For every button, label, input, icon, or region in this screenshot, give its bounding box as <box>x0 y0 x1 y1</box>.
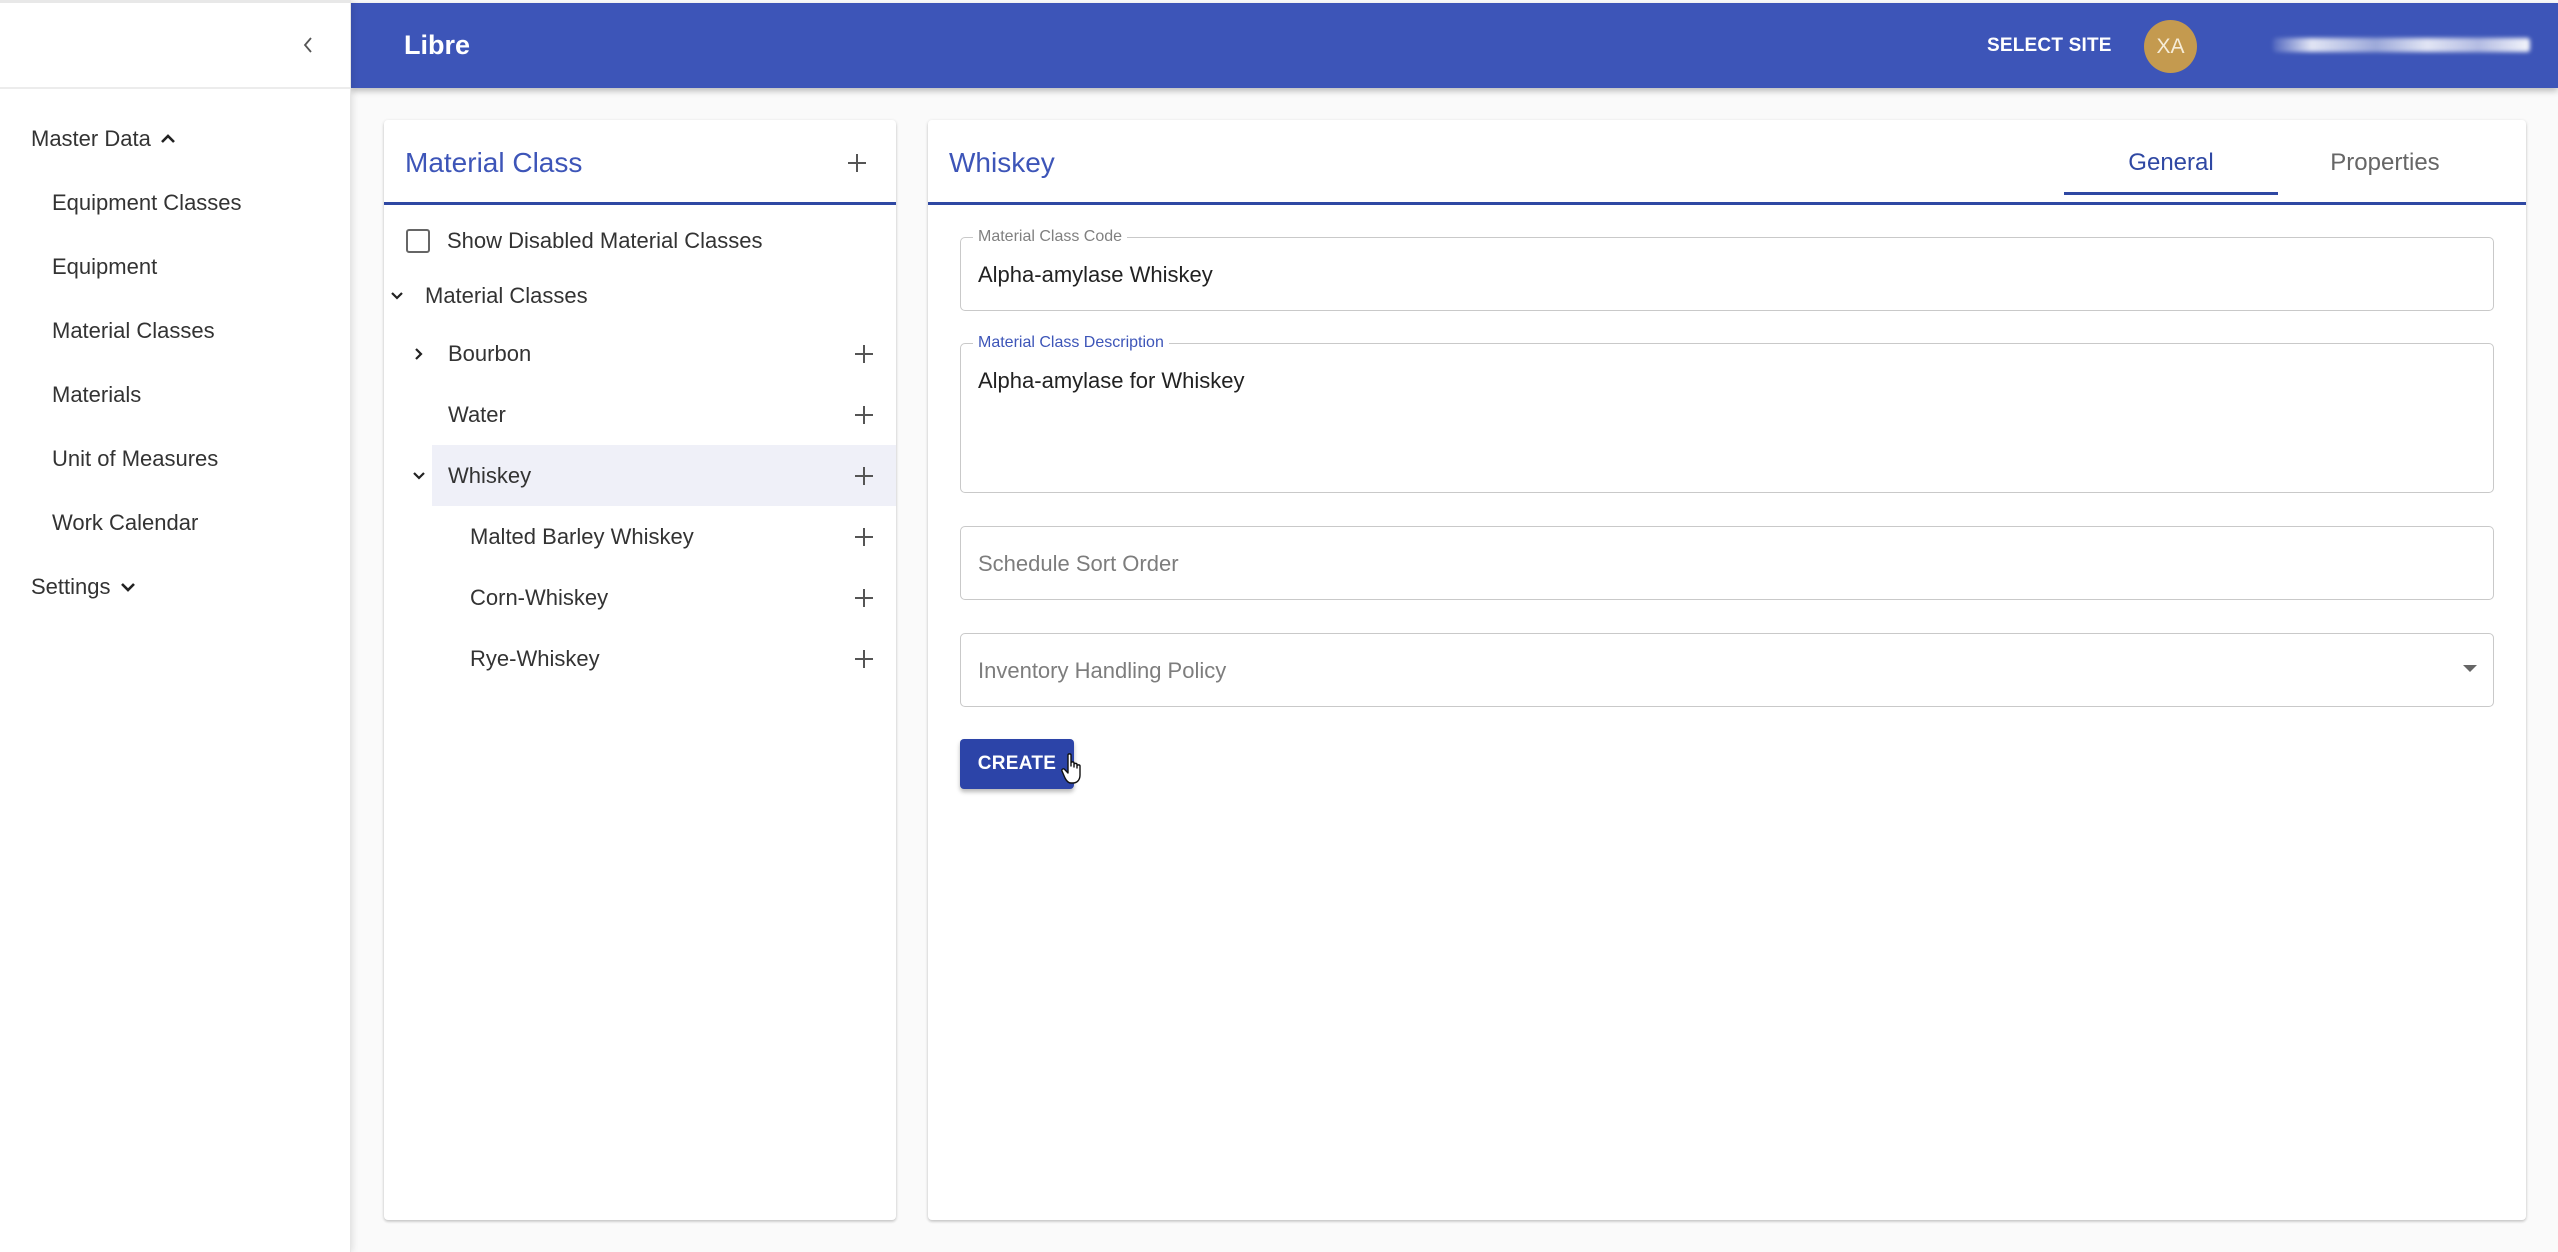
sidebar-item-label: Equipment <box>52 254 158 279</box>
plus-icon <box>855 344 873 363</box>
app-title: Libre <box>404 30 471 60</box>
detail-title: Whiskey <box>949 147 1055 178</box>
plus-icon <box>855 405 873 424</box>
tab-general[interactable]: General <box>2064 120 2278 205</box>
sidebar-item-equipment[interactable]: Equipment <box>0 235 350 299</box>
tree-node-label: Malted Barley Whiskey <box>470 523 694 549</box>
tree-root-node[interactable]: Material Classes <box>384 269 896 323</box>
schedule-sort-order-placeholder: Schedule Sort Order <box>978 551 1179 576</box>
tree-node-label: Corn-Whiskey <box>470 584 609 610</box>
tree-node-bourbon[interactable]: Bourbon <box>384 323 896 384</box>
show-disabled-label: Show Disabled Material Classes <box>447 228 763 253</box>
add-material-class-button[interactable] <box>840 146 874 180</box>
chevron-down-icon <box>119 580 137 594</box>
sidebar-top <box>0 0 350 89</box>
sidebar-item-equipment-classes[interactable]: Equipment Classes <box>0 171 350 235</box>
material-class-code-value[interactable]: Alpha-amylase Whiskey <box>978 262 1213 288</box>
add-child-button[interactable] <box>850 645 878 673</box>
sidebar-group-label: Settings <box>31 574 111 599</box>
avatar-initials: XA <box>2156 34 2185 58</box>
dropdown-arrow-icon <box>2463 665 2477 672</box>
tree-node-label: Bourbon <box>448 340 532 366</box>
add-child-button[interactable] <box>850 340 878 368</box>
material-class-description-field[interactable]: Material Class Description Alpha-amylase… <box>960 333 2494 493</box>
sidebar-item-work-calendar[interactable]: Work Calendar <box>0 491 350 555</box>
plus-icon <box>855 527 873 546</box>
plus-icon <box>855 649 873 668</box>
sidebar-group-label: Master Data <box>31 126 151 151</box>
hand-cursor-icon <box>1061 753 1081 784</box>
user-avatar[interactable]: XA <box>2144 20 2197 73</box>
tree-node-whiskey[interactable]: Whiskey <box>384 445 896 506</box>
app-header: Libre SELECT SITE XA <box>351 3 2558 88</box>
add-child-button[interactable] <box>850 401 878 429</box>
add-child-button[interactable] <box>850 584 878 612</box>
sidebar-item-unit-of-measures[interactable]: Unit of Measures <box>0 427 350 491</box>
sidebar-item-label: Material Classes <box>52 318 215 343</box>
sidebar-nav: Master Data Equipment Classes Equipment … <box>0 89 350 619</box>
plus-icon <box>848 154 866 172</box>
chevron-up-icon <box>159 132 177 146</box>
tree-node-water[interactable]: Water <box>384 384 896 445</box>
show-disabled-checkbox-row[interactable]: Show Disabled Material Classes <box>384 213 896 269</box>
select-site-button[interactable]: SELECT SITE <box>1987 3 2112 88</box>
material-class-form: Material Class Code Alpha-amylase Whiske… <box>960 227 2494 789</box>
material-class-code-field[interactable]: Material Class Code Alpha-amylase Whiske… <box>960 227 2494 311</box>
tab-properties[interactable]: Properties <box>2278 120 2492 205</box>
sidebar-item-label: Work Calendar <box>52 510 199 535</box>
sidebar-group-settings[interactable]: Settings <box>0 555 350 619</box>
tree-node-label: Rye-Whiskey <box>470 645 600 671</box>
material-class-panel: Material Class Show Disabled Material Cl… <box>384 120 896 1220</box>
material-class-description-value[interactable]: Alpha-amylase for Whiskey <box>978 368 1245 394</box>
sidebar-collapse-button[interactable] <box>292 29 324 61</box>
chevron-down-icon[interactable] <box>407 464 431 488</box>
show-disabled-checkbox[interactable] <box>406 229 430 253</box>
add-child-button[interactable] <box>850 523 878 551</box>
chevron-down-icon[interactable] <box>385 284 409 308</box>
material-class-panel-header: Material Class <box>384 120 896 205</box>
inventory-handling-policy-select[interactable]: Inventory Handling Policy <box>960 633 2494 707</box>
chevron-left-icon <box>303 37 312 53</box>
user-name-redacted <box>2273 38 2530 52</box>
tree-node-label: Water <box>448 401 506 427</box>
create-button[interactable]: CREATE <box>960 739 1074 789</box>
panel-title: Material Class <box>405 147 583 178</box>
sidebar-item-label: Unit of Measures <box>52 446 219 471</box>
field-label: Material Class Code <box>973 227 1128 247</box>
tree-node-rye-whiskey[interactable]: Rye-Whiskey <box>384 628 896 689</box>
sidebar: Master Data Equipment Classes Equipment … <box>0 0 351 1252</box>
plus-icon <box>855 588 873 607</box>
tree-node-corn-whiskey[interactable]: Corn-Whiskey <box>384 567 896 628</box>
detail-panel-header: Whiskey General Properties <box>928 120 2526 205</box>
tree-node-malted-barley-whiskey[interactable]: Malted Barley Whiskey <box>384 506 896 567</box>
sidebar-item-label: Equipment Classes <box>52 190 242 215</box>
tree-node-label: Material Classes <box>425 283 588 308</box>
chevron-right-icon[interactable] <box>407 342 431 366</box>
plus-icon <box>855 466 873 485</box>
sidebar-item-material-classes[interactable]: Material Classes <box>0 299 350 363</box>
sidebar-group-master-data[interactable]: Master Data <box>0 107 350 171</box>
schedule-sort-order-field[interactable]: Schedule Sort Order <box>960 526 2494 600</box>
sidebar-item-materials[interactable]: Materials <box>0 363 350 427</box>
inventory-handling-policy-placeholder: Inventory Handling Policy <box>978 658 1227 683</box>
detail-tabs: General Properties <box>2064 120 2526 205</box>
material-class-tree: Material Classes Bourbon Water Whiskey M… <box>384 269 896 689</box>
field-label: Material Class Description <box>973 333 1169 353</box>
material-class-detail-panel: Whiskey General Properties Material Clas… <box>928 120 2526 1220</box>
tree-node-label: Whiskey <box>448 462 532 488</box>
add-child-button[interactable] <box>850 462 878 490</box>
sidebar-item-label: Materials <box>52 382 142 407</box>
